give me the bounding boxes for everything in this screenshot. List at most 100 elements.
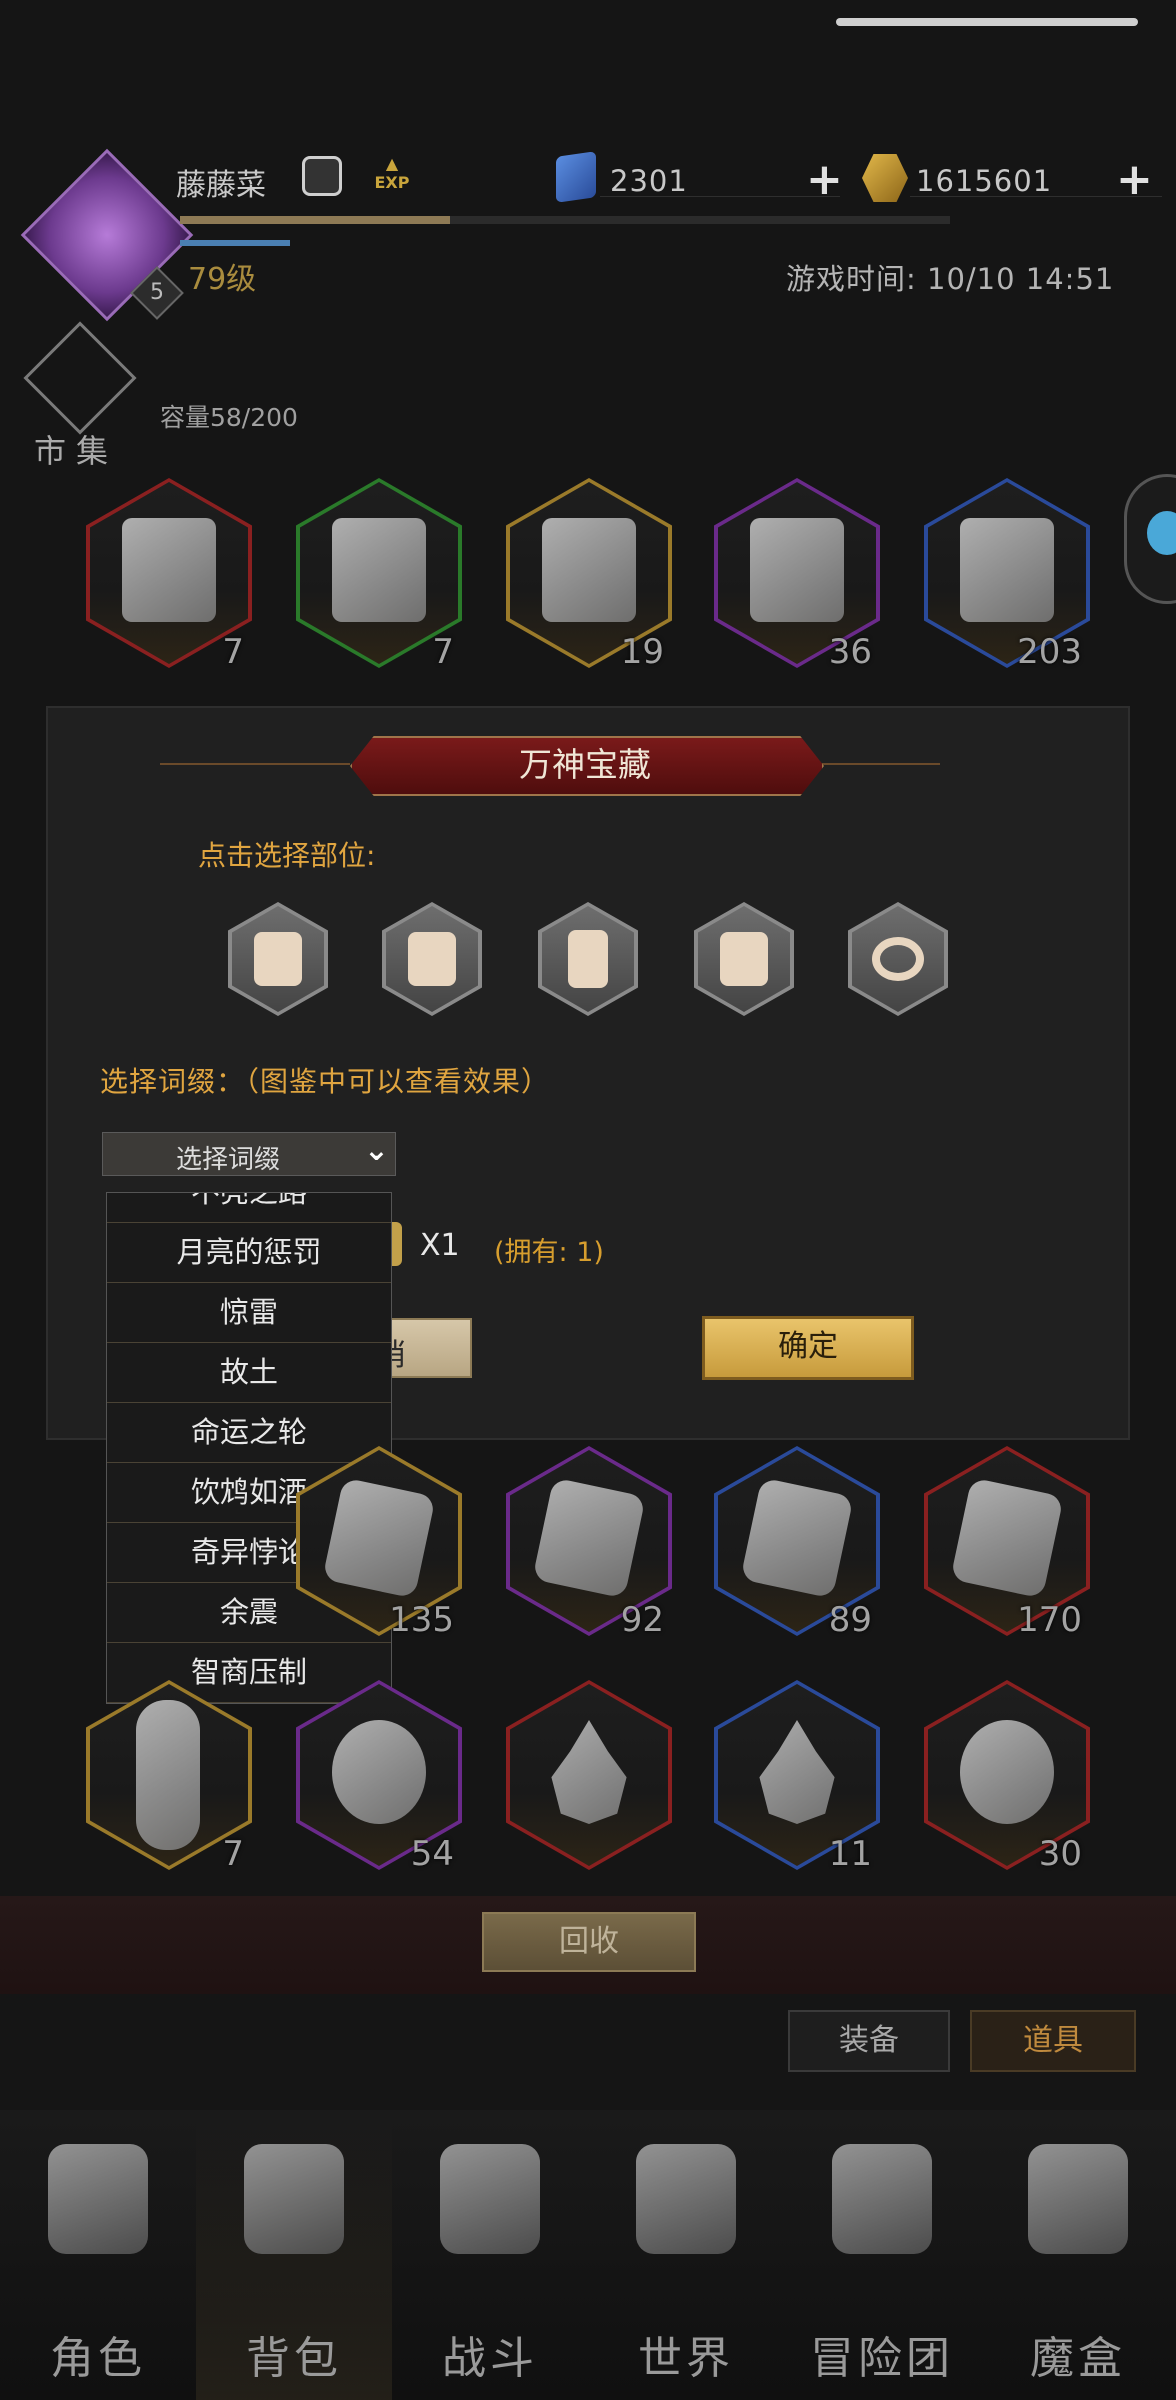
affix-option[interactable]: 故土	[107, 1343, 391, 1403]
helmet-icon	[254, 932, 302, 986]
treasure-map-item[interactable]: 36	[714, 478, 880, 672]
gem-currency: 2301 +	[600, 158, 843, 202]
affix-option[interactable]: 惊雷	[107, 1283, 391, 1343]
material-icon	[136, 1700, 200, 1850]
gold-amount: 1615601	[916, 164, 1053, 198]
rune-stone-item[interactable]: 89	[714, 1446, 880, 1640]
secondary-progress-bar	[180, 240, 290, 246]
slot-prompt: 点击选择部位:	[198, 839, 376, 872]
pet-float-button[interactable]	[1124, 474, 1176, 604]
tab-items-label: 道具	[1023, 2023, 1083, 2058]
status-bar-indicator	[836, 18, 1138, 26]
player-name: 藤藤菜	[176, 168, 266, 203]
item-count: 7	[222, 632, 244, 672]
nav-icon	[636, 2144, 736, 2254]
market-label: 市集	[34, 432, 119, 470]
nav-tab-2[interactable]: 战斗	[392, 2110, 588, 2400]
rune-stone-item[interactable]: 170	[924, 1446, 1090, 1640]
item-count: 7	[432, 632, 454, 672]
nav-label: 冒险团	[810, 2333, 954, 2384]
item-count: 92	[620, 1600, 664, 1640]
bag-capacity: 容量58/200	[160, 403, 298, 432]
affix-option[interactable]: 月亮的惩罚	[107, 1223, 391, 1283]
exp-icon: ▲ EXP	[374, 154, 410, 192]
treasure-map-icon	[332, 518, 426, 622]
item-count: 54	[410, 1834, 454, 1874]
item-count: 135	[389, 1600, 454, 1640]
tab-equipment[interactable]: 装备	[788, 2010, 950, 2072]
nav-icon	[832, 2144, 932, 2254]
player-level: 79级	[188, 262, 257, 297]
treasure-map-icon	[122, 518, 216, 622]
market-cart-icon	[23, 321, 137, 435]
title-ornament-left	[160, 763, 350, 765]
material-item[interactable]: 30	[924, 1680, 1090, 1874]
pet-icon	[1147, 511, 1176, 555]
nav-tab-4[interactable]: 冒险团	[784, 2110, 980, 2400]
exp-progress-fill	[180, 216, 450, 224]
nav-label: 魔盒	[1030, 2333, 1126, 2384]
cost-quantity: X1	[420, 1228, 460, 1263]
gold-currency-icon	[862, 154, 908, 202]
nav-tab-3[interactable]: 世界	[588, 2110, 784, 2400]
chevron-down-icon: ⌄	[363, 1133, 389, 1168]
treasure-map-icon	[542, 518, 636, 622]
gold-currency: 1615601 +	[910, 158, 1162, 202]
affix-label: 选择词缀：（图鉴中可以查看效果）	[100, 1065, 551, 1098]
confirm-label: 确定	[778, 1329, 838, 1364]
item-count: 170	[1017, 1600, 1082, 1640]
material-item[interactable]	[506, 1680, 672, 1870]
ring-icon	[872, 937, 924, 981]
nav-label: 角色	[50, 2333, 146, 2384]
boots-icon	[720, 932, 768, 986]
item-count: 36	[828, 632, 872, 672]
tab-items[interactable]: 道具	[970, 2010, 1136, 2072]
material-item[interactable]: 7	[86, 1680, 252, 1874]
treasure-map-icon	[750, 518, 844, 622]
item-count: 11	[828, 1834, 872, 1874]
tab-equipment-label: 装备	[839, 2023, 899, 2058]
title-ornament-right	[820, 763, 940, 765]
player-avatar[interactable]: 5	[20, 148, 194, 322]
recycle-label: 回收	[559, 1924, 619, 1959]
treasure-map-icon	[960, 518, 1054, 622]
treasure-map-item[interactable]: 19	[506, 478, 672, 672]
nav-label: 背包	[246, 2333, 342, 2384]
nav-tab-1[interactable]: 背包	[196, 2110, 392, 2400]
affix-option[interactable]: 不亮之路	[107, 1193, 391, 1223]
treasure-map-item[interactable]: 203	[924, 478, 1090, 672]
confirm-button[interactable]: 确定	[702, 1316, 914, 1380]
rune-stone-item[interactable]: 135	[296, 1446, 462, 1640]
rune-stone-item[interactable]: 92	[506, 1446, 672, 1640]
treasure-map-item[interactable]: 7	[86, 478, 252, 672]
armor-icon	[408, 932, 456, 986]
affix-dropdown-value: 选择词缀	[175, 1145, 280, 1175]
game-time: 游戏时间: 10/10 14:51	[786, 262, 1115, 296]
affix-dropdown[interactable]: 选择词缀 ⌄	[102, 1132, 396, 1176]
nav-tab-5[interactable]: 魔盒	[980, 2110, 1176, 2400]
recycle-button[interactable]: 回收	[482, 1912, 696, 1972]
nav-icon	[440, 2144, 540, 2254]
gem-amount: 2301	[610, 164, 688, 198]
exp-label: EXP	[374, 173, 410, 192]
item-count: 19	[620, 632, 664, 672]
gem-currency-icon	[556, 151, 596, 203]
treasure-map-item[interactable]: 7	[296, 478, 462, 672]
material-icon	[332, 1720, 426, 1824]
material-item[interactable]: 54	[296, 1680, 462, 1874]
nav-label: 战斗	[442, 2333, 538, 2384]
market-button[interactable]	[20, 321, 138, 435]
material-icon	[960, 1720, 1054, 1824]
nav-icon	[244, 2144, 344, 2254]
nav-tab-0[interactable]: 角色	[0, 2110, 196, 2400]
add-gold-button[interactable]: +	[1116, 158, 1153, 202]
modal-title: 万神宝藏	[519, 745, 651, 784]
exp-progress-bar	[180, 216, 950, 224]
nav-label: 世界	[638, 2333, 734, 2384]
material-item[interactable]: 11	[714, 1680, 880, 1874]
add-gems-button[interactable]: +	[806, 158, 843, 202]
glove-icon	[568, 930, 608, 988]
item-count: 7	[222, 1834, 244, 1874]
item-count: 89	[828, 1600, 872, 1640]
edit-name-icon[interactable]	[302, 156, 342, 196]
